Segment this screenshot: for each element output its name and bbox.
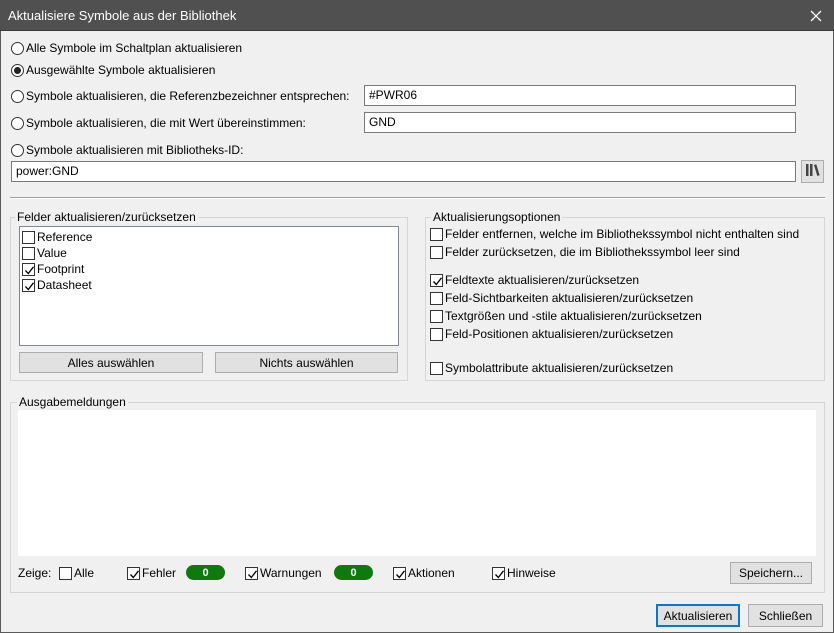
field-list-item[interactable]: Footprint: [20, 261, 398, 277]
select-all-button[interactable]: Alles auswählen: [19, 352, 203, 373]
option-label: Textgrößen und -stile aktualisieren/zurü…: [445, 309, 702, 323]
field-list-item[interactable]: Datasheet: [20, 277, 398, 293]
messages-output[interactable]: [18, 410, 816, 556]
option-label: Felder entfernen, welche im Bibliothekss…: [445, 227, 800, 241]
field-item-label: Value: [37, 246, 67, 260]
lib-id-field[interactable]: power:GND: [11, 161, 796, 182]
radio-label: Symbole aktualisieren, die Referenzbezei…: [26, 89, 350, 103]
filter-actions[interactable]: Aktionen: [393, 566, 455, 580]
checkbox[interactable]: [430, 327, 443, 341]
filter-all[interactable]: Alle: [59, 566, 94, 580]
checkbox[interactable]: [430, 227, 443, 241]
radio-label: Ausgewählte Symbole aktualisieren: [26, 63, 216, 77]
update-option[interactable]: Feldtexte aktualisieren/zurücksetzen: [430, 273, 639, 287]
radio-button[interactable]: [11, 116, 24, 130]
field-item-label: Datasheet: [37, 278, 92, 292]
update-option[interactable]: Textgrößen und -stile aktualisieren/zurü…: [430, 309, 702, 323]
radio-label: Alle Symbole im Schaltplan aktualisieren: [26, 41, 243, 55]
fields-list[interactable]: Reference Value Footprint Datasheet: [19, 226, 399, 346]
checkbox[interactable]: [245, 566, 258, 580]
library-browser-button[interactable]: [801, 160, 824, 183]
radio-by-lib-id[interactable]: Symbole aktualisieren mit Bibliotheks-ID…: [11, 143, 243, 157]
checkbox[interactable]: [430, 361, 443, 375]
filter-label: Hinweise: [507, 566, 556, 580]
radio-by-value[interactable]: Symbole aktualisieren, die mit Wert über…: [11, 116, 306, 130]
checkbox[interactable]: [430, 291, 443, 305]
option-label: Felder zurücksetzen, die im Bibliothekss…: [445, 245, 740, 259]
show-label: Zeige:: [18, 566, 51, 580]
window-title: Aktualisiere Symbole aus der Bibliothek: [8, 8, 237, 23]
checkbox[interactable]: [22, 230, 35, 244]
option-label: Feld-Sichtbarkeiten aktualisieren/zurück…: [445, 291, 694, 305]
checkbox[interactable]: [59, 566, 72, 580]
checkbox[interactable]: [430, 245, 443, 259]
filter-label: Warnungen: [260, 566, 322, 580]
filter-label: Aktionen: [408, 566, 455, 580]
field-item-label: Footprint: [37, 262, 85, 276]
radio-all-symbols[interactable]: Alle Symbole im Schaltplan aktualisieren: [11, 41, 242, 55]
checkbox[interactable]: [393, 566, 406, 580]
checkbox[interactable]: [127, 566, 140, 580]
field-list-item[interactable]: Reference: [20, 229, 398, 245]
update-button[interactable]: Aktualisieren: [656, 604, 740, 627]
filter-warnings[interactable]: Warnungen: [245, 566, 322, 580]
fields-list-items: Reference Value Footprint Datasheet: [20, 227, 398, 293]
close-button[interactable]: Schließen: [748, 604, 823, 627]
option-label: Feldtexte aktualisieren/zurücksetzen: [445, 273, 640, 287]
filter-errors[interactable]: Fehler: [127, 566, 176, 580]
radio-by-reference[interactable]: Symbole aktualisieren, die Referenzbezei…: [11, 89, 350, 103]
show-label-text: Zeige:: [18, 566, 52, 580]
radio-label: Symbole aktualisieren, die mit Wert über…: [26, 116, 306, 130]
fields-group-title: Felder aktualisieren/zurücksetzen: [15, 210, 198, 224]
checkbox[interactable]: [430, 309, 443, 323]
select-none-button[interactable]: Nichts auswählen: [215, 352, 398, 373]
error-count-badge: 0: [186, 565, 225, 580]
update-option[interactable]: Feld-Positionen aktualisieren/zurücksetz…: [430, 327, 673, 341]
save-messages-button[interactable]: Speichern...: [730, 562, 812, 584]
title-bar: Aktualisiere Symbole aus der Bibliothek: [0, 0, 834, 31]
update-option[interactable]: Symbolattribute aktualisieren/zurücksetz…: [430, 361, 673, 375]
update-option[interactable]: Feld-Sichtbarkeiten aktualisieren/zurück…: [430, 291, 693, 305]
separator: [10, 197, 825, 199]
checkbox[interactable]: [430, 273, 443, 287]
radio-button[interactable]: [11, 63, 24, 77]
library-books-icon: [805, 163, 821, 180]
radio-selected-symbols[interactable]: Ausgewählte Symbole aktualisieren: [11, 63, 215, 77]
field-item-label: Reference: [37, 230, 93, 244]
field-list-item[interactable]: Value: [20, 245, 398, 261]
filter-infos[interactable]: Hinweise: [492, 566, 556, 580]
checkbox[interactable]: [22, 278, 35, 292]
radio-button[interactable]: [11, 143, 24, 157]
option-label: Feld-Positionen aktualisieren/zurücksetz…: [445, 327, 674, 341]
messages-group-title: Ausgabemeldungen: [17, 395, 128, 409]
close-icon[interactable]: [798, 0, 834, 31]
checkbox[interactable]: [22, 262, 35, 276]
option-label: Symbolattribute aktualisieren/zurücksetz…: [445, 361, 674, 375]
filter-label: Fehler: [142, 566, 177, 580]
radio-label: Symbole aktualisieren mit Bibliotheks-ID…: [26, 143, 244, 157]
radio-button[interactable]: [11, 41, 24, 55]
reference-field[interactable]: #PWR06: [364, 85, 796, 106]
update-option[interactable]: Felder zurücksetzen, die im Bibliothekss…: [430, 245, 740, 259]
checkbox[interactable]: [492, 566, 505, 580]
checkbox[interactable]: [22, 246, 35, 260]
update-option[interactable]: Felder entfernen, welche im Bibliothekss…: [430, 227, 799, 241]
warning-count-badge: 0: [334, 565, 373, 580]
options-group-title: Aktualisierungsoptionen: [431, 210, 563, 224]
value-field[interactable]: GND: [364, 112, 796, 133]
filter-label: Alle: [74, 566, 95, 580]
radio-button[interactable]: [11, 89, 24, 103]
